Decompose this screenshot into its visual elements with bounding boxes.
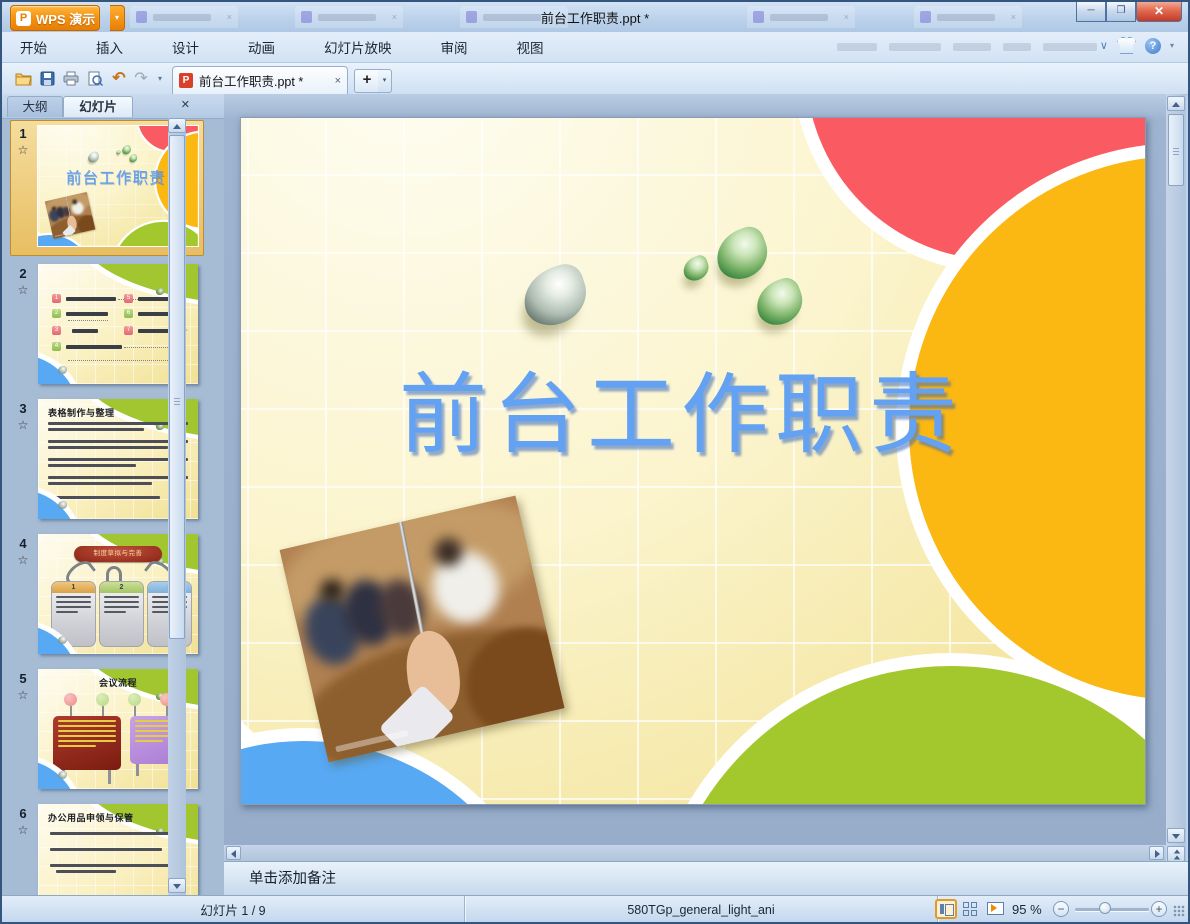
diagram-banner: 制度草拟与完善	[74, 546, 162, 562]
background-ghost-text	[1003, 43, 1031, 51]
slide-number: 1 ☆	[12, 126, 34, 157]
menu-home[interactable]: 开始	[20, 37, 47, 57]
vertical-scrollbar[interactable]	[1166, 94, 1186, 880]
save-button[interactable]	[36, 68, 58, 90]
notes-placeholder: 单击添加备注	[249, 871, 336, 887]
skin-theme-icon[interactable]	[1116, 37, 1136, 54]
redo-button[interactable]: ↷	[130, 68, 152, 90]
background-ghost-text	[953, 43, 991, 51]
slide-panel: 大纲 幻灯片 ✕ 1 ☆ 前台工作职责 2 ☆ 1 2 3 4 5 6 7 3 …	[2, 94, 225, 895]
maximize-button[interactable]: ❐	[1106, 2, 1136, 22]
close-button[interactable]: ✕	[1136, 2, 1182, 22]
animation-star-icon: ☆	[17, 823, 29, 837]
help-dropdown-icon[interactable]: ▾	[1170, 41, 1174, 50]
statusbar: 幻灯片 1 / 9 580TGp_general_light_ani 95 % …	[2, 895, 1188, 922]
editing-canvas[interactable]: 前台工作职责	[224, 94, 1166, 845]
help-icon[interactable]: ?	[1144, 37, 1161, 54]
animation-star-icon: ☆	[17, 553, 29, 567]
animation-star-icon: ☆	[17, 143, 29, 157]
panel-close-icon[interactable]: ✕	[181, 98, 190, 111]
tab-outline[interactable]: 大纲	[7, 96, 63, 117]
zoom-in-button[interactable]: +	[1151, 901, 1167, 917]
notes-pane[interactable]: 单击添加备注	[224, 861, 1188, 895]
save-icon	[40, 71, 54, 86]
animation-star-icon: ☆	[17, 283, 29, 297]
zoom-slider-thumb[interactable]	[1099, 902, 1111, 914]
zoom-out-button[interactable]: −	[1053, 901, 1069, 917]
resize-grip	[1173, 905, 1185, 917]
slide-sorter-view-button[interactable]	[960, 899, 982, 919]
print-preview-button[interactable]	[84, 68, 106, 90]
titlebar: P WPS 演示 ▾ × × × × × 前台工作职责.ppt * ─ ❐ ✕	[2, 2, 1188, 32]
menu-design[interactable]: 设计	[172, 37, 199, 57]
horizontal-scrollbar[interactable]	[224, 845, 1166, 861]
zoom-slider-track[interactable]	[1075, 908, 1149, 911]
window-controls: ─ ❐ ✕	[1076, 2, 1182, 22]
status-slide-indicator: 幻灯片 1 / 9	[2, 896, 465, 922]
menu-insert[interactable]: 插入	[96, 37, 123, 57]
menu-animation[interactable]: 动画	[248, 37, 275, 57]
status-template-name: 580TGp_general_light_ani	[465, 896, 938, 922]
new-tab-dropdown-icon[interactable]: ▾	[378, 69, 392, 93]
thumbnail-title: 办公用品申领与保管	[48, 813, 134, 823]
wps-presentation-window: P WPS 演示 ▾ × × × × × 前台工作职责.ppt * ─ ❐ ✕ …	[0, 0, 1190, 924]
menubar: 开始 插入 设计 动画 幻灯片放映 审阅 视图 ∨ ? ▾	[2, 32, 1188, 63]
red-board	[53, 716, 121, 770]
zoom-level: 95 %	[1012, 902, 1042, 917]
menu-view[interactable]: 视图	[517, 37, 544, 57]
toolbar-more-dropdown-icon[interactable]: ▾	[154, 68, 166, 90]
slide-canvas[interactable]: 前台工作职责	[240, 117, 1146, 805]
menu-review[interactable]: 审阅	[441, 37, 468, 57]
vertical-scrollbar-thumb[interactable]	[1168, 114, 1184, 186]
new-tab-button[interactable]: +	[354, 69, 380, 93]
normal-view-button[interactable]	[935, 899, 957, 919]
print-button[interactable]	[60, 68, 82, 90]
document-tab[interactable]: P 前台工作职责.ppt * ×	[172, 66, 348, 94]
previous-slide-button[interactable]	[1167, 846, 1185, 862]
background-ghost-text	[889, 43, 941, 51]
thumbnail-list: 1 ☆ 前台工作职责 2 ☆ 1 2 3 4 5 6 7 3 ☆ 表格制作与整理…	[2, 118, 204, 895]
panel-tabs: 大纲 幻灯片 ✕	[2, 94, 224, 119]
ppt-file-icon: P	[179, 73, 193, 88]
printer-icon	[63, 71, 79, 86]
redo-icon: ↷	[134, 70, 148, 87]
animation-star-icon: ☆	[17, 418, 29, 432]
undo-icon: ↶	[112, 70, 126, 87]
scroll-up-arrow[interactable]	[1167, 96, 1185, 111]
slide-number: 2 ☆	[12, 266, 34, 297]
minimize-button[interactable]: ─	[1076, 2, 1106, 22]
print-preview-icon	[88, 71, 103, 87]
diagram-box-2: 2	[99, 581, 144, 647]
slide-title-textbox[interactable]: 前台工作职责	[351, 344, 1011, 471]
sidebar-scroll-up-arrow[interactable]	[168, 118, 186, 133]
document-tab-close-icon[interactable]: ×	[335, 75, 341, 87]
slide-number: 4 ☆	[12, 536, 34, 567]
tab-slides[interactable]: 幻灯片	[63, 96, 133, 117]
slide-number: 5 ☆	[12, 671, 34, 702]
scroll-down-arrow[interactable]	[1167, 828, 1185, 843]
scroll-right-arrow[interactable]	[1149, 846, 1164, 860]
sidebar-scrollbar-thumb[interactable]	[169, 135, 185, 639]
quick-access-toolbar: ↶ ↷ ▾ P 前台工作职责.ppt * × + ▾	[2, 63, 1188, 95]
menu-slideshow[interactable]: 幻灯片放映	[324, 37, 392, 57]
chevron-down-icon[interactable]: ∨	[1100, 39, 1108, 52]
undo-button[interactable]: ↶	[108, 68, 130, 90]
window-title: 前台工作职责.ppt *	[540, 11, 650, 26]
scroll-left-arrow[interactable]	[226, 846, 241, 860]
slide-number: 6 ☆	[12, 806, 34, 837]
thumbnail-title: 表格制作与整理	[48, 408, 115, 418]
background-ghost-text	[1043, 43, 1097, 51]
open-folder-icon	[15, 73, 32, 86]
slideshow-button[interactable]	[985, 899, 1007, 919]
open-button[interactable]	[12, 68, 34, 90]
background-ghost-text	[837, 43, 877, 51]
sidebar-scroll-down-arrow[interactable]	[168, 878, 186, 893]
slide-number: 3 ☆	[12, 401, 34, 432]
animation-star-icon: ☆	[17, 688, 29, 702]
document-tab-label: 前台工作职责.ppt *	[199, 75, 304, 89]
